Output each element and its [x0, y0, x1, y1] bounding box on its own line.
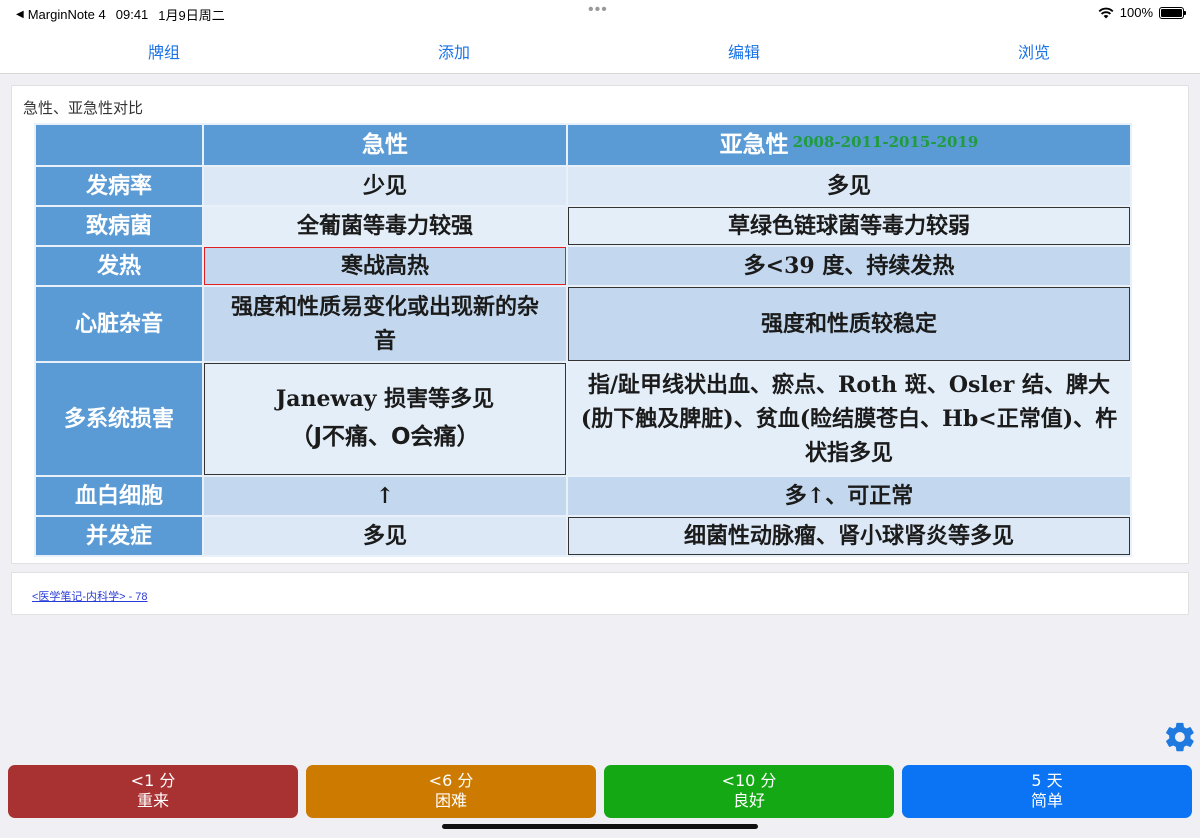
back-app-label[interactable]: MarginNote 4	[28, 7, 106, 22]
easy-button[interactable]: 5 天 简单	[902, 765, 1192, 818]
row-label: 发热	[34, 244, 204, 287]
cell-subacute: 强度和性质较稳定	[566, 284, 1132, 363]
cell-subacute: 多↑、可正常	[566, 474, 1132, 518]
table-header-row: 急性 亚急性 2008-2011-2015-2019	[34, 123, 1132, 167]
cell-acute-note: （J不痛、O会痛）	[290, 424, 480, 451]
easy-interval: 5 天	[1031, 771, 1063, 790]
header-acute: 急性	[202, 123, 568, 167]
comparison-table: 急性 亚急性 2008-2011-2015-2019 发病率 少见 多见 致病菌 …	[34, 123, 1132, 558]
cell-subacute: 多见	[566, 164, 1132, 207]
cell-subacute: 草绿色链球菌等毒力较弱	[566, 204, 1132, 247]
status-right: 100%	[1098, 5, 1186, 20]
hard-interval: <6 分	[428, 771, 474, 790]
status-time: 09:41	[115, 7, 149, 22]
table-corner-cell	[34, 123, 204, 167]
cell-acute: Janeway 损害等多见 （J不痛、O会痛）	[202, 360, 568, 477]
easy-label: 简单	[1030, 791, 1063, 810]
row-label: 血白细胞	[34, 474, 204, 518]
card-title: 急性、亚急性对比	[23, 99, 144, 117]
nav-bar: 牌组 添加 编辑 浏览	[0, 24, 1200, 74]
nav-deck-button[interactable]: 牌组	[104, 39, 224, 63]
cell-acute-highlighted: 寒战高热	[202, 244, 568, 287]
status-date: 1月9日周二	[158, 8, 225, 23]
exam-years: 2008-2011-2015-2019	[792, 133, 979, 151]
header-subacute-label: 亚急性	[719, 131, 789, 158]
hard-button[interactable]: <6 分 困难	[306, 765, 596, 818]
battery-percent: 100%	[1119, 5, 1153, 20]
hard-label: 困难	[434, 791, 467, 810]
status-left[interactable]: ◀ MarginNote 4 09:41 1月9日周二	[16, 5, 225, 24]
battery-icon	[1159, 6, 1186, 19]
status-bar: ◀ MarginNote 4 09:41 1月9日周二 ••• 100%	[0, 0, 1200, 24]
again-button[interactable]: <1 分 重来	[8, 765, 298, 818]
source-link[interactable]: <医学笔记-内科学> - 78	[32, 588, 148, 604]
nav-add-button[interactable]: 添加	[394, 39, 514, 63]
row-label: 并发症	[34, 515, 204, 558]
table-row: 多系统损害 Janeway 损害等多见 （J不痛、O会痛） 指/趾甲线状出血、瘀…	[34, 360, 1132, 477]
again-interval: <1 分	[130, 771, 176, 790]
nav-browse-button[interactable]: 浏览	[974, 39, 1094, 63]
cell-subacute: 多<39 度、持续发热	[566, 244, 1132, 287]
cell-acute: 多见	[202, 515, 568, 558]
wifi-icon	[1098, 7, 1114, 18]
table-row: 血白细胞 ↑ 多↑、可正常	[34, 474, 1132, 518]
good-label: 良好	[732, 791, 765, 810]
flashcard: 急性、亚急性对比 急性 亚急性 2008-2011-2015-2019 发病率 少…	[11, 85, 1189, 564]
back-arrow-icon: ◀	[16, 9, 24, 20]
cell-subacute: 指/趾甲线状出血、瘀点、Roth 斑、Osler 结、脾大(肋下触及脾脏)、贫血…	[566, 360, 1132, 477]
nav-edit-button[interactable]: 编辑	[684, 39, 804, 63]
table-row: 发病率 少见 多见	[34, 164, 1132, 207]
again-label: 重来	[136, 791, 169, 810]
good-interval: <10 分	[721, 771, 777, 790]
home-indicator	[442, 824, 758, 829]
row-label: 多系统损害	[34, 360, 204, 477]
table-row: 并发症 多见 细菌性动脉瘤、肾小球肾炎等多见	[34, 515, 1132, 558]
table-row: 心脏杂音 强度和性质易变化或出现新的杂音 强度和性质较稳定	[34, 284, 1132, 363]
row-label: 心脏杂音	[34, 284, 204, 363]
header-subacute: 亚急性 2008-2011-2015-2019	[566, 123, 1132, 167]
comparison-table-image: 急性 亚急性 2008-2011-2015-2019 发病率 少见 多见 致病菌 …	[34, 123, 1132, 558]
cell-acute: 强度和性质易变化或出现新的杂音	[202, 284, 568, 363]
table-row: 发热 寒战高热 多<39 度、持续发热	[34, 244, 1132, 287]
cell-acute: ↑	[202, 474, 568, 518]
gear-icon[interactable]	[1163, 720, 1197, 754]
cell-acute: 全葡菌等毒力较强	[202, 204, 568, 247]
multitask-dots-icon[interactable]: •••	[588, 1, 608, 19]
cell-acute-main: Janeway 损害等多见	[275, 386, 495, 413]
source-card: <医学笔记-内科学> - 78	[11, 572, 1189, 615]
table-row: 致病菌 全葡菌等毒力较强 草绿色链球菌等毒力较弱	[34, 204, 1132, 247]
row-label: 致病菌	[34, 204, 204, 247]
good-button[interactable]: <10 分 良好	[604, 765, 894, 818]
row-label: 发病率	[34, 164, 204, 207]
cell-subacute: 细菌性动脉瘤、肾小球肾炎等多见	[566, 515, 1132, 558]
cell-acute: 少见	[202, 164, 568, 207]
